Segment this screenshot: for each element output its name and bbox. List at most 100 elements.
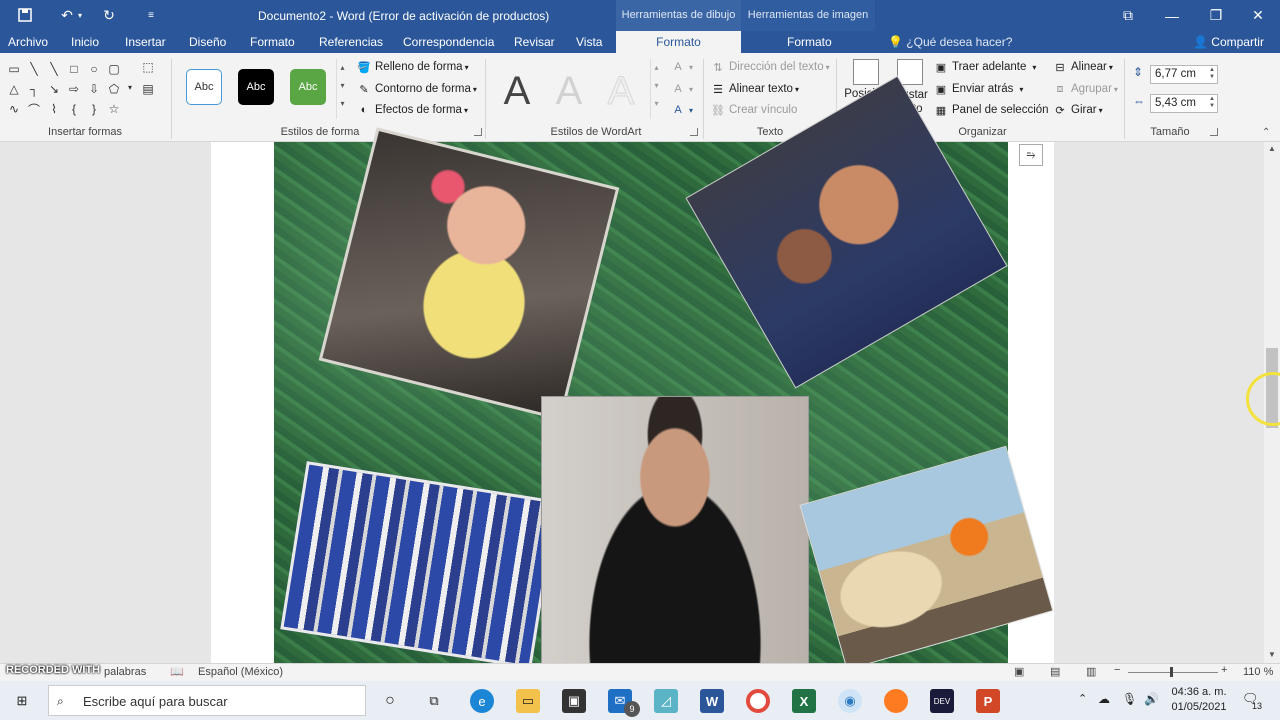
powerpoint-app-icon[interactable]: P	[976, 689, 1000, 713]
shape-outline-button[interactable]: ✎ Contorno de forma ▾	[356, 80, 477, 98]
tab-vista[interactable]: Vista	[576, 31, 602, 53]
wordart-style-3[interactable]: A	[596, 67, 646, 115]
volume-icon[interactable]: 🔊	[1144, 692, 1159, 706]
text-outline-icon[interactable]: A ▾	[670, 80, 693, 98]
bring-forward-button[interactable]: ▣ Traer adelante ▾	[933, 58, 1037, 76]
rounded-rect-shape-icon[interactable]: ▢	[106, 61, 122, 77]
text-effects-icon[interactable]: A ▾	[670, 101, 693, 119]
brace-left-shape-icon[interactable]: {	[66, 101, 82, 117]
height-spinner[interactable]: ▲ ▼	[1209, 67, 1215, 81]
tab-inicio[interactable]: Inicio	[71, 31, 99, 53]
shape-style-outline[interactable]: Abc	[186, 69, 222, 105]
brace-right-shape-icon[interactable]: }	[86, 101, 102, 117]
arc-shape-icon[interactable]: ⌒	[26, 101, 42, 117]
shape-style-dark[interactable]: Abc	[238, 69, 274, 105]
undo-dropdown-icon[interactable]: ▾	[74, 4, 86, 26]
photo-man[interactable]	[541, 396, 809, 666]
send-backward-button[interactable]: ▣ Enviar atrás ▾	[933, 80, 1024, 98]
zoom-level[interactable]: 110 %	[1243, 666, 1273, 678]
connector-shape-icon[interactable]: ↘	[46, 81, 62, 97]
microphone-icon[interactable]: 🎙	[1122, 692, 1137, 706]
arrow-down-shape-icon[interactable]: ⇩	[86, 81, 102, 97]
task-view-icon[interactable]: ⧉	[422, 689, 446, 713]
collapse-ribbon-icon[interactable]: ⌃	[1262, 127, 1270, 138]
cortana-icon[interactable]: ○	[378, 689, 402, 713]
shapes-gallery[interactable]: ▭ ╲ ╲ □ ○ ▢ △ ┐ ↘ ⇨ ⇩ ⬠ ∿ ⌒ ⌇ { } ☆	[4, 59, 134, 119]
elbow-shape-icon[interactable]: ┐	[26, 81, 42, 97]
redo-icon[interactable]: ↻	[98, 4, 120, 26]
tab-referencias[interactable]: Referencias	[319, 31, 383, 53]
tray-overflow-icon[interactable]: ⌃	[1078, 692, 1087, 705]
layout-options-icon[interactable]: ⥱	[1019, 144, 1043, 166]
text-fill-icon[interactable]: A ▾	[670, 58, 693, 76]
zoom-slider[interactable]	[1128, 672, 1218, 673]
ribbon-display-icon[interactable]: ⧉	[1106, 0, 1150, 31]
photo-bellas-artes[interactable]	[799, 445, 1054, 671]
recorder-icon[interactable]: ◉	[838, 689, 862, 713]
tab-diseno[interactable]: Diseño	[189, 31, 226, 53]
arrow-right-shape-icon[interactable]: ⇨	[66, 81, 82, 97]
photo-group[interactable]	[280, 461, 558, 669]
edit-shape-icon[interactable]: ⬚	[140, 59, 156, 75]
devcpp-icon[interactable]: DEV	[930, 689, 954, 713]
word-app-icon[interactable]: W	[700, 689, 724, 713]
tab-archivo[interactable]: Archivo	[8, 31, 48, 53]
tab-revisar[interactable]: Revisar	[514, 31, 555, 53]
restore-button[interactable]: ❐	[1194, 0, 1238, 31]
freeform-shape-icon[interactable]: ⌇	[46, 101, 62, 117]
clock[interactable]: 04:36 a. m. 01/05/2021	[1168, 685, 1230, 715]
textbox-draw-icon[interactable]: ▤	[140, 81, 156, 97]
selection-pane-button[interactable]: ▦ Panel de selección	[933, 101, 1049, 119]
tab-formato-layout[interactable]: Formato	[250, 31, 295, 53]
wordart-style-1[interactable]: A	[492, 67, 542, 115]
onedrive-icon[interactable]: ☁	[1098, 692, 1110, 706]
rotate-button[interactable]: ⟳ Girar ▾	[1052, 101, 1102, 119]
proofing-icon[interactable]: 📖	[170, 665, 184, 678]
shape-style-green[interactable]: Abc	[290, 69, 326, 105]
excel-app-icon[interactable]: X	[792, 689, 816, 713]
firefox-icon[interactable]	[884, 689, 908, 713]
pentagon-shape-icon[interactable]: ⬠	[106, 81, 122, 97]
height-field[interactable]: 6,77 cm ▲ ▼	[1150, 65, 1218, 84]
minimize-button[interactable]: —	[1150, 0, 1194, 31]
taskbar-search[interactable]: ⌕ Escribe aquí para buscar	[48, 685, 366, 716]
shape-effects-button[interactable]: ◐ Efectos de forma ▾	[356, 101, 468, 119]
width-field[interactable]: 5,43 cm ▲ ▼	[1150, 94, 1218, 113]
zoom-out-icon[interactable]: −	[1114, 664, 1120, 676]
align-text-button[interactable]: ☰ Alinear texto ▾	[710, 80, 799, 98]
read-mode-icon[interactable]: ▣	[1014, 665, 1024, 678]
oval-shape-icon[interactable]: ○	[86, 61, 102, 77]
share-button[interactable]: 👤 Compartir	[1193, 31, 1264, 53]
shape-styles-scroll[interactable]: ▴ ▾ ▾	[336, 59, 348, 119]
scroll-up-icon[interactable]: ▲	[1268, 144, 1276, 153]
shapes-more-icon[interactable]: ▾	[122, 79, 138, 95]
photo-baby[interactable]	[318, 127, 620, 421]
group-button[interactable]: ⧈ Agrupar ▾	[1052, 80, 1118, 98]
save-icon[interactable]	[14, 4, 36, 26]
line-shape-icon[interactable]: ╲	[26, 61, 42, 77]
tell-me-box[interactable]: 💡 ¿Qué desea hacer?	[888, 31, 1012, 53]
tab-formato-drawing[interactable]: Formato	[616, 31, 741, 53]
rectangle-shape-icon[interactable]: □	[66, 61, 82, 77]
wordart-scroll[interactable]: ▴ ▾ ▾	[650, 59, 662, 119]
language-status[interactable]: Español (México)	[198, 666, 283, 678]
windows-start-icon[interactable]: ⊞	[10, 689, 34, 713]
web-layout-icon[interactable]: ▥	[1086, 665, 1096, 678]
dialog-launcher-icon[interactable]	[1210, 128, 1218, 136]
star-shape-icon[interactable]: ☆	[106, 101, 122, 117]
close-button[interactable]: ✕	[1236, 0, 1280, 31]
textbox-shape-icon[interactable]: ▭	[6, 61, 22, 77]
width-spinner[interactable]: ▲ ▼	[1209, 96, 1215, 110]
tab-insertar[interactable]: Insertar	[125, 31, 166, 53]
customize-toolbar-icon[interactable]: ≡	[140, 4, 162, 26]
word-count[interactable]: palabras	[104, 666, 146, 678]
print-layout-icon[interactable]: ▤	[1050, 665, 1060, 678]
zoom-slider-thumb[interactable]	[1170, 667, 1173, 677]
file-explorer-icon[interactable]: ▭	[516, 689, 540, 713]
edge-icon[interactable]: e	[470, 689, 494, 713]
tab-correspondencia[interactable]: Correspondencia	[403, 31, 494, 53]
whiteboard-icon[interactable]: ◿	[654, 689, 678, 713]
triangle-shape-icon[interactable]: △	[6, 81, 22, 97]
store-icon[interactable]: ▣	[562, 689, 586, 713]
line-shape-icon[interactable]: ╲	[46, 61, 62, 77]
